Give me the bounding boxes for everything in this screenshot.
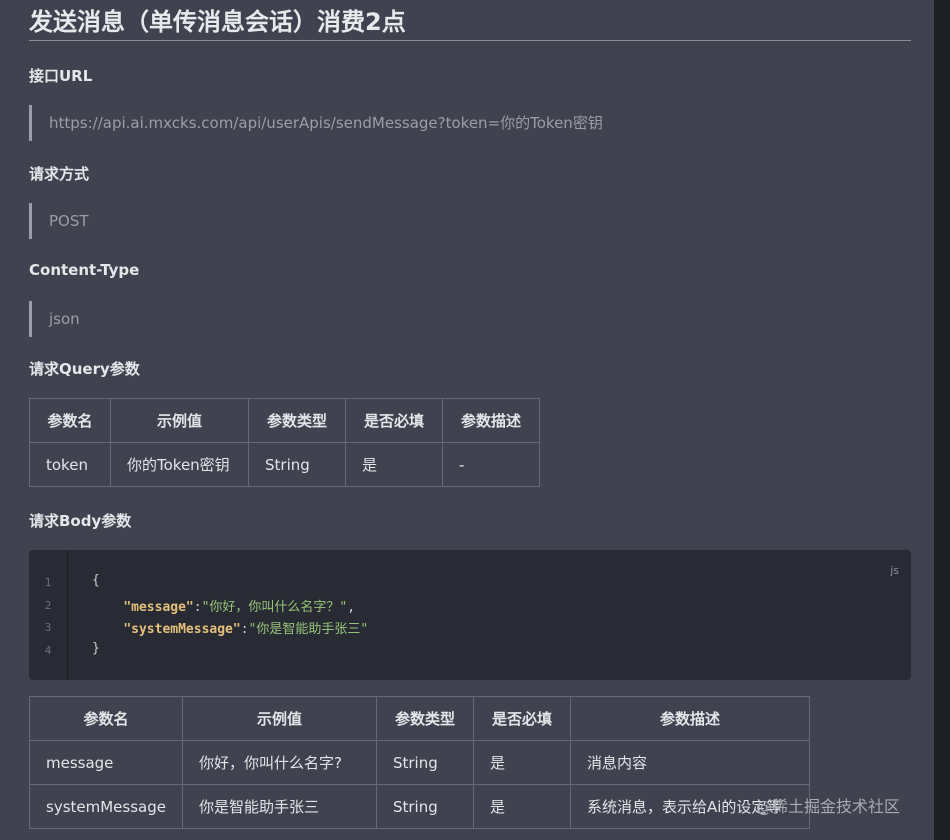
body-params-label: 请求Body参数 bbox=[29, 512, 132, 530]
watermark: @稀土掘金技术社区 bbox=[756, 797, 901, 816]
table-header: 参数描述 bbox=[569, 696, 810, 741]
document-page: 发送消息（单传消息会话）消费2点 接口URL https://api.ai.mx… bbox=[0, 0, 934, 840]
code-key: "systemMessage" bbox=[123, 622, 241, 637]
code-line: "message":"你好，你叫什么名字？", bbox=[123, 600, 356, 615]
table-cell: - bbox=[442, 442, 540, 487]
table-row: systemMessage 你是智能助手张三 String 是 系统消息，表示给… bbox=[29, 784, 810, 829]
code-block[interactable]: 1 2 3 4 { "message":"你好，你叫什么名字？", "syste… bbox=[29, 550, 911, 680]
table-cell: token bbox=[29, 442, 111, 487]
table-header: 示例值 bbox=[181, 696, 377, 741]
code-line: "systemMessage":"你是智能助手张三" bbox=[123, 622, 369, 637]
table-header: 参数类型 bbox=[375, 696, 474, 741]
table-row: message 你好，你叫什么名字? String 是 消息内容 bbox=[29, 740, 810, 785]
table-cell: 你好，你叫什么名字? bbox=[181, 740, 377, 785]
code-string: "你好，你叫什么名字？" bbox=[201, 600, 348, 615]
table-cell: 你是智能助手张三 bbox=[181, 784, 377, 829]
table-header-row: 参数名 示例值 参数类型 是否必填 参数描述 bbox=[29, 696, 810, 741]
table-header: 参数描述 bbox=[442, 398, 540, 443]
table-header: 示例值 bbox=[110, 398, 249, 443]
table-cell: String bbox=[375, 784, 474, 829]
page-title: 发送消息（单传消息会话）消费2点 bbox=[29, 6, 911, 41]
url-label: 接口URL bbox=[29, 67, 93, 85]
table-header: 参数名 bbox=[29, 398, 111, 443]
code-line: { bbox=[92, 573, 100, 588]
method-value: POST bbox=[29, 203, 89, 239]
table-header: 是否必填 bbox=[472, 696, 571, 741]
code-string: "你是智能助手张三" bbox=[248, 622, 369, 637]
content-type-value: json bbox=[29, 301, 80, 337]
code-token: { bbox=[92, 573, 100, 588]
code-token: } bbox=[92, 641, 100, 656]
content-type-label: Content-Type bbox=[29, 261, 140, 279]
table-header: 参数类型 bbox=[248, 398, 346, 443]
code-line: } bbox=[92, 641, 100, 656]
scrollbar[interactable] bbox=[934, 0, 950, 840]
table-cell: String bbox=[375, 740, 474, 785]
table-row: token 你的Token密钥 String 是 - bbox=[29, 442, 540, 487]
table-cell: 是 bbox=[472, 740, 571, 785]
table-cell: 是 bbox=[345, 442, 443, 487]
code-language-label: js bbox=[890, 564, 899, 577]
code-key: "message" bbox=[123, 600, 194, 615]
table-cell: systemMessage bbox=[29, 784, 183, 829]
url-value[interactable]: https://api.ai.mxcks.com/api/userApis/se… bbox=[29, 105, 603, 141]
method-label: 请求方式 bbox=[29, 165, 90, 183]
body-params-table: 参数名 示例值 参数类型 是否必填 参数描述 message 你好，你叫什么名字… bbox=[29, 696, 810, 829]
line-number: 3 bbox=[44, 621, 52, 634]
table-header: 参数名 bbox=[29, 696, 183, 741]
table-cell: message bbox=[29, 740, 183, 785]
table-cell: String bbox=[248, 442, 346, 487]
line-number: 4 bbox=[44, 644, 52, 657]
line-number: 1 bbox=[44, 576, 52, 589]
table-header: 是否必填 bbox=[345, 398, 443, 443]
line-number: 2 bbox=[44, 599, 52, 612]
table-cell: 是 bbox=[472, 784, 571, 829]
query-params-table: 参数名 示例值 参数类型 是否必填 参数描述 token 你的Token密钥 S… bbox=[29, 398, 540, 487]
query-params-label: 请求Query参数 bbox=[29, 360, 140, 378]
table-cell: 消息内容 bbox=[569, 740, 810, 785]
table-header-row: 参数名 示例值 参数类型 是否必填 参数描述 bbox=[29, 398, 540, 443]
line-number-gutter: 1 2 3 4 bbox=[29, 550, 68, 680]
table-cell: 你的Token密钥 bbox=[110, 442, 249, 487]
